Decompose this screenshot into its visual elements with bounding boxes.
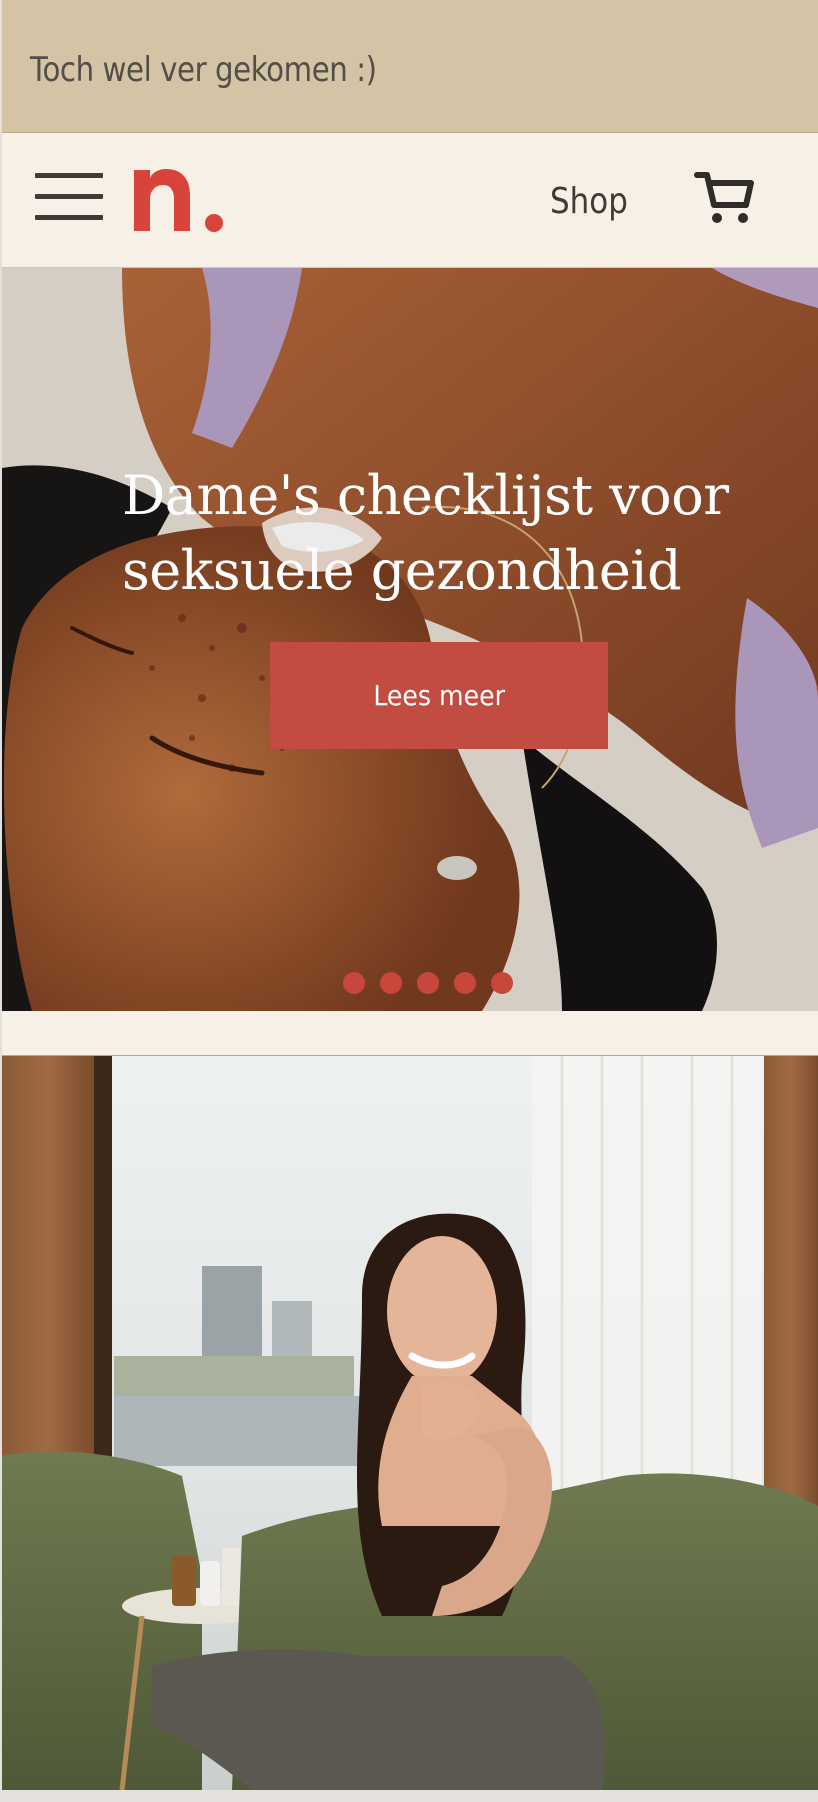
feature-image — [2, 1056, 818, 1790]
hero-banner: Dame's checklijst voor seksuele gezondhe… — [2, 268, 818, 1011]
announcement-bar: Toch wel ver gekomen :) — [2, 0, 818, 133]
logo[interactable] — [130, 165, 230, 235]
carousel-dot[interactable] — [343, 972, 365, 994]
hero-title: Dame's checklijst voor seksuele gezondhe… — [122, 464, 729, 602]
hamburger-menu-icon[interactable] — [35, 173, 103, 223]
page: Toch wel ver gekomen :) Shop Dame's chec… — [0, 0, 818, 1802]
carousel-dot[interactable] — [454, 972, 476, 994]
hero-image — [2, 268, 818, 1011]
carousel-dots — [343, 972, 513, 994]
carousel-dot[interactable] — [380, 972, 402, 994]
logo-mark — [134, 169, 223, 232]
section-divider — [2, 1011, 818, 1056]
feature-section — [2, 1056, 818, 1790]
read-more-button[interactable]: Lees meer — [270, 642, 608, 749]
read-more-label: Lees meer — [373, 679, 505, 712]
carousel-dot[interactable] — [491, 972, 513, 994]
announcement-text: Toch wel ver gekomen :) — [30, 50, 377, 90]
shopping-cart-icon[interactable] — [694, 169, 756, 227]
carousel-dot[interactable] — [417, 972, 439, 994]
shop-link[interactable]: Shop — [550, 181, 628, 222]
site-header: Shop — [2, 133, 818, 268]
